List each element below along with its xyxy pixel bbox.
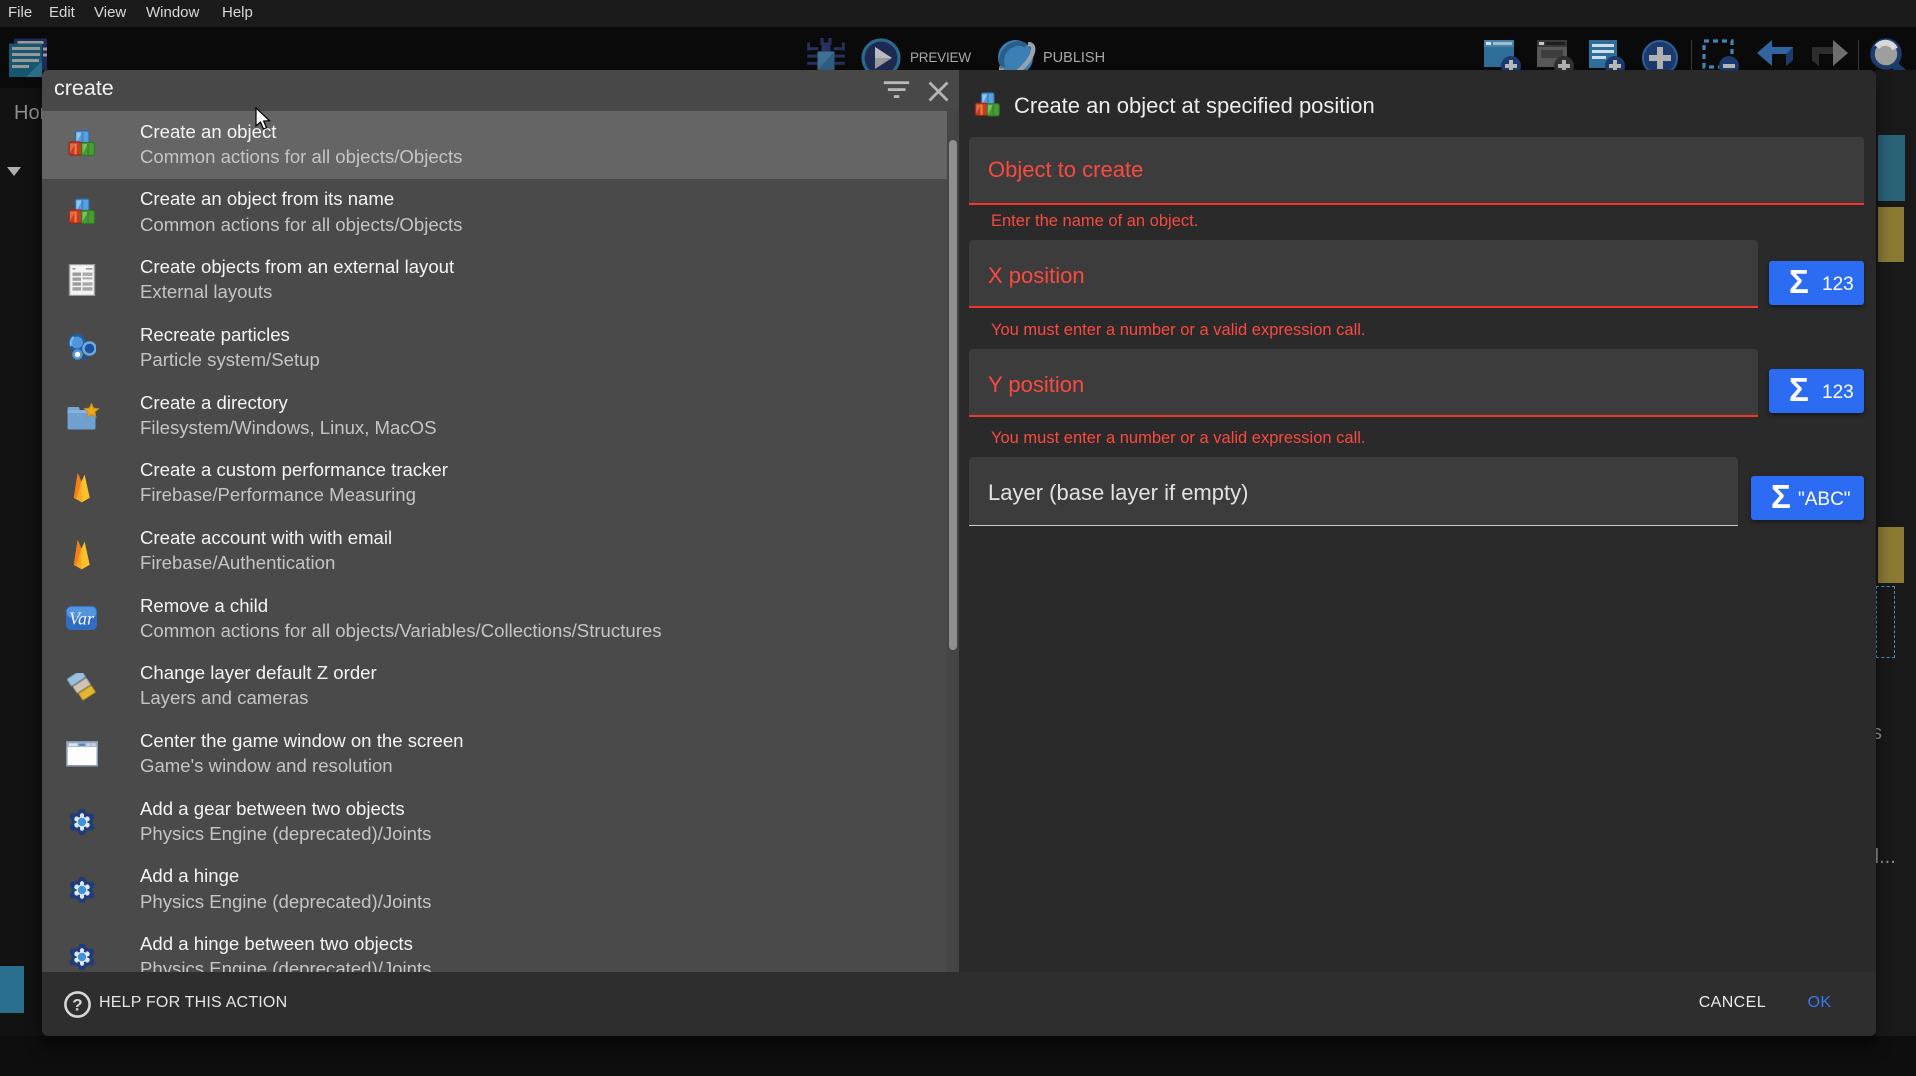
svg-text:?: ?	[72, 996, 82, 1015]
